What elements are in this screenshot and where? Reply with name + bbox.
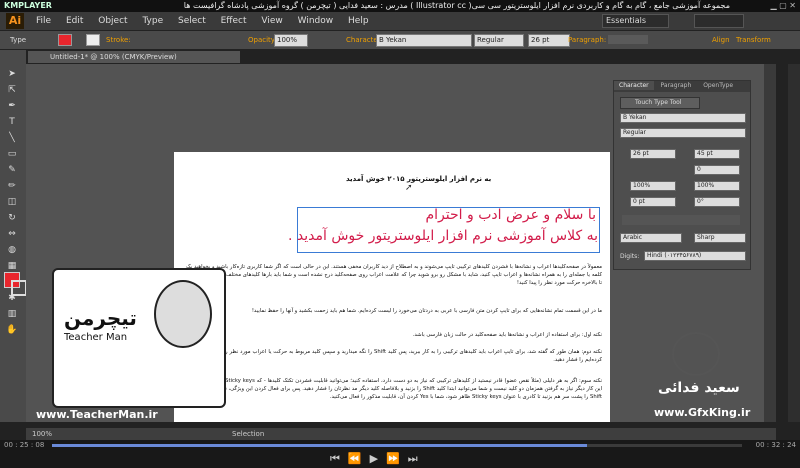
rotate-tool-icon[interactable]: ↻ — [5, 212, 19, 225]
panel-rotation[interactable]: 0° — [694, 197, 740, 207]
line-tool-icon[interactable]: ╲ — [5, 132, 19, 145]
rectangle-tool-icon[interactable]: ▭ — [5, 148, 19, 161]
panel-baseline-shift[interactable]: 0 pt — [630, 197, 676, 207]
selection-type-label: Type — [10, 36, 27, 44]
panel-horizontal-scale[interactable]: 100% — [694, 181, 740, 191]
character-panel: Character Paragraph OpenType Touch Type … — [613, 80, 751, 270]
player-title-bar: KMPLAYER مجموعه آموزشی جامع ، گام به گام… — [0, 0, 800, 12]
paragraph-link[interactable]: Paragraph: — [568, 36, 606, 44]
panel-language[interactable]: Arabic — [620, 233, 682, 243]
stroke-color-swatch[interactable] — [11, 280, 27, 296]
gfxking-url: www.GfxKing.ir — [654, 406, 751, 419]
graph-tool-icon[interactable]: ▥ — [5, 308, 19, 321]
body-paragraph-1: معمولاً در صفحه‌کلیدها اعراب و نشانه‌ها … — [186, 264, 602, 286]
shape-builder-tool-icon[interactable]: ◍ — [5, 244, 19, 257]
selection-tool-icon[interactable]: ➤ — [5, 68, 19, 81]
panel-dock[interactable] — [764, 64, 776, 422]
panel-vertical-scale[interactable]: 100% — [630, 181, 676, 191]
tools-panel: ➤ ⇱ ✒ T ╲ ▭ ✎ ✏ ◫ ↻ ⇔ ◍ ▦ ⌇ ✱ ▥ ✋ — [0, 50, 27, 422]
seek-bar[interactable] — [52, 444, 742, 447]
tab-paragraph[interactable]: Paragraph — [656, 81, 697, 90]
panel-font-family[interactable]: B Yekan — [620, 113, 746, 123]
touch-type-tool-button[interactable]: Touch Type Tool — [620, 97, 700, 109]
menu-edit[interactable]: Edit — [66, 16, 83, 26]
panel-tracking[interactable]: 0 — [694, 165, 740, 175]
elapsed-time: 00 : 25 : 08 — [4, 441, 45, 449]
illustrator-logo: Ai — [6, 13, 24, 29]
panel-leading[interactable]: 45 pt — [694, 149, 740, 159]
panel-font-style[interactable]: Regular — [620, 128, 746, 138]
font-style-field[interactable]: Regular — [474, 34, 524, 47]
body-paragraph-4: نکته دوم: همان طور که گفته شد، برای تایپ… — [186, 349, 602, 363]
seek-progress — [52, 444, 588, 447]
tab-character[interactable]: Character — [614, 81, 654, 90]
pen-tool-icon[interactable]: ✒ — [5, 100, 19, 113]
teacherman-logo-fa: تیچرمن — [64, 306, 137, 330]
menu-type[interactable]: Type — [142, 16, 163, 26]
status-mode: Selection — [232, 430, 265, 438]
workspace-switcher[interactable]: Essentials — [602, 14, 669, 28]
font-family-field[interactable]: B Yekan — [376, 34, 472, 47]
player-controls: 00 : 25 : 08 00 : 32 : 24 ⏮⏪▶⏩⏭ — [0, 440, 800, 468]
stroke-link[interactable]: Stroke: — [106, 36, 131, 44]
teacherman-url: www.TeacherMan.ir — [36, 408, 158, 421]
align-buttons[interactable] — [608, 35, 648, 44]
player-logo: KMPLAYER — [4, 1, 52, 10]
window-title: مجموعه آموزشی جامع ، گام به گام و کاربرد… — [183, 1, 730, 10]
vertical-scrollbar[interactable] — [788, 64, 800, 422]
playback-buttons[interactable]: ⏮⏪▶⏩⏭ — [330, 452, 426, 466]
menu-effect[interactable]: Effect — [221, 16, 247, 26]
status-bar: 100% Selection — [26, 428, 776, 440]
type-tool-icon[interactable]: T — [5, 116, 19, 129]
character-panel-tabs: Character Paragraph OpenType — [614, 81, 750, 92]
stroke-swatch[interactable] — [86, 34, 100, 46]
tab-opentype[interactable]: OpenType — [698, 81, 738, 90]
control-bar: Type Stroke: Opacity: 100% Character: B … — [0, 31, 800, 49]
panel-digits[interactable]: Hindi (۰۱۲۳۴۵۶۷۸۹) — [644, 251, 746, 261]
mouse-cursor-icon: ➚ — [405, 183, 413, 193]
width-tool-icon[interactable]: ⇔ — [5, 228, 19, 241]
help-search-input[interactable] — [694, 14, 744, 28]
eraser-tool-icon[interactable]: ◫ — [5, 196, 19, 209]
pencil-tool-icon[interactable]: ✏ — [5, 180, 19, 193]
menu-object[interactable]: Object — [98, 16, 127, 26]
menu-file[interactable]: File — [36, 16, 51, 26]
hand-tool-icon[interactable]: ✋ — [5, 324, 19, 337]
text-decoration-buttons[interactable] — [622, 215, 740, 225]
main-menu: File Edit Object Type Select Effect View… — [36, 16, 381, 26]
menu-window[interactable]: Window — [298, 16, 334, 26]
menu-view[interactable]: View — [261, 16, 282, 26]
menu-select[interactable]: Select — [178, 16, 206, 26]
direct-selection-tool-icon[interactable]: ⇱ — [5, 84, 19, 97]
greeting-line-2: به کلاس آموزشی نرم افزار ایلوستریتور خوش… — [288, 228, 598, 244]
font-size-field[interactable]: 26 pt — [528, 34, 570, 47]
total-time: 00 : 32 : 24 — [755, 441, 796, 449]
artboard-heading: به نرم افزار ایلوستریتور ۲۰۱۵ خوش آمدید — [346, 175, 492, 183]
fill-swatch[interactable] — [58, 34, 72, 46]
opacity-field[interactable]: 100% — [274, 34, 308, 47]
author-name: سعید فدائی — [658, 380, 740, 396]
document-tab[interactable]: Untitled-1* @ 100% (CMYK/Preview) — [28, 51, 240, 63]
digits-label: Digits: — [620, 253, 640, 260]
panel-anti-aliasing[interactable]: Sharp — [694, 233, 746, 243]
gfxking-logo-icon — [672, 332, 720, 376]
body-paragraph-3: نکته اول: برای استفاده از اعراب و نشانه‌… — [412, 332, 602, 338]
menu-help[interactable]: Help — [348, 16, 369, 26]
window-controls[interactable]: ▁ ▢ ✕ — [771, 1, 797, 10]
teacherman-logo-en: Teacher Man — [64, 332, 128, 343]
transform-link[interactable]: Transform — [736, 36, 771, 44]
teacherman-mascot: تیچرمن Teacher Man — [52, 268, 226, 408]
teacher-face-illustration — [154, 280, 212, 348]
paintbrush-tool-icon[interactable]: ✎ — [5, 164, 19, 177]
greeting-line-1: با سلام و عرض ادب و احترام — [425, 207, 597, 223]
align-link[interactable]: Align — [712, 36, 730, 44]
opacity-link[interactable]: Opacity: — [248, 36, 277, 44]
zoom-level[interactable]: 100% — [32, 430, 52, 438]
body-paragraph-2: ما در این قسمت تمام نشانه‌هایی که برای ت… — [251, 308, 602, 314]
panel-font-size[interactable]: 26 pt — [630, 149, 676, 159]
body-paragraph-5: نکته سوم: اگر به هر دلیلی (مثلاً نقص عضو… — [186, 378, 602, 400]
